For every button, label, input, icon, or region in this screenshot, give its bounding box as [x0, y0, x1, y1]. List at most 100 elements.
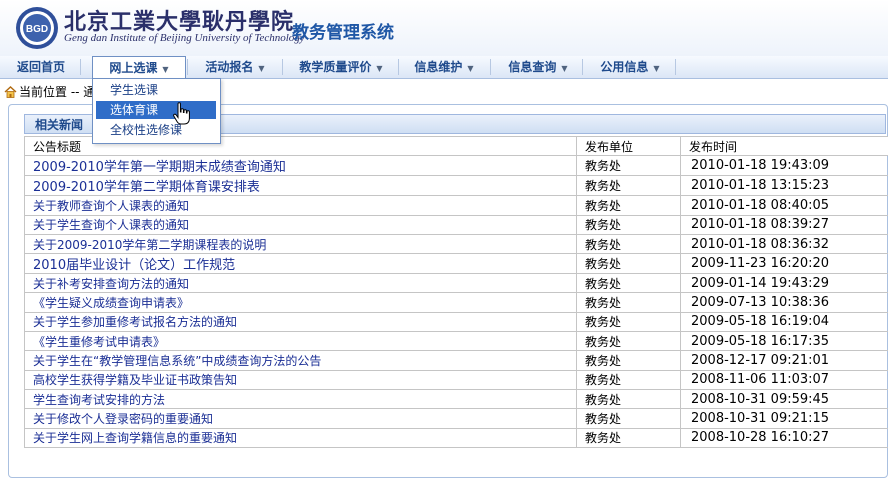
nav-teaching-evaluation-label: 教学质量评价: [299, 60, 372, 74]
table-row: 《学生疑义成绩查询申请表》 教务处 2009-07-13 10:38:36: [24, 292, 888, 313]
nav-public-info[interactable]: 公用信息 ▼: [588, 56, 672, 78]
school-name-en: Geng dan Institute of Beijing University…: [64, 32, 305, 44]
chevron-down-icon: ▼: [467, 64, 474, 73]
news-title-link[interactable]: 关于学生参加重修考试报名方法的通知: [24, 311, 577, 333]
news-panel-title: 相关新闻: [35, 118, 84, 132]
nav-divider: [187, 59, 188, 75]
news-time: 2010-01-18 19:43:09: [680, 155, 888, 177]
dropdown-item-pe-course[interactable]: 选体育课: [96, 101, 216, 119]
table-row: 关于补考安排查询方法的通知 教务处 2009-01-14 19:43:29: [24, 273, 888, 294]
logo-text: BGD: [26, 24, 48, 35]
news-time: 2010-01-18 08:40:05: [680, 195, 888, 216]
news-title-link[interactable]: 关于学生查询个人课表的通知: [24, 214, 577, 235]
news-title-link[interactable]: 关于2009-2010学年第二学期课程表的说明: [24, 233, 577, 255]
nav-online-course[interactable]: 网上选课 ▼: [92, 56, 186, 78]
col-header-time: 发布时间: [680, 135, 888, 157]
school-seal-icon: BGD: [16, 7, 58, 49]
news-time: 2009-07-13 10:38:36: [680, 292, 888, 313]
news-title-link[interactable]: 高校学生获得学籍及毕业证书政策告知: [24, 369, 577, 390]
online-course-dropdown: 学生选课 选体育课 全校性选修课: [92, 78, 221, 144]
nav-home-label: 返回首页: [16, 60, 65, 74]
table-row: 学生查询考试安排的方法 教务处 2008-10-31 09:59:45: [24, 388, 888, 410]
nav-online-course-label: 网上选课: [109, 61, 158, 75]
table-row: 关于修改个人登录密码的重要通知 教务处 2008-10-31 09:21:15: [24, 408, 888, 429]
chevron-down-icon: ▼: [653, 64, 660, 73]
news-title-link[interactable]: 《学生疑义成绩查询申请表》: [24, 292, 577, 313]
main-nav: 返回首页 网上选课 ▼ 活动报名 ▼ 教学质量评价 ▼ 信息维护 ▼ 信息查询 ▼ 公用信…: [0, 56, 888, 79]
news-title-link[interactable]: 关于补考安排查询方法的通知: [24, 273, 577, 294]
news-title-link[interactable]: 《学生重修考试申请表》: [24, 331, 577, 352]
news-unit: 教务处: [576, 311, 681, 333]
news-time: 2009-01-14 19:43:29: [680, 273, 888, 294]
news-time: 2009-05-18 16:17:35: [680, 331, 888, 352]
nav-divider: [490, 59, 491, 75]
nav-divider: [282, 59, 283, 75]
table-row: 2010届毕业设计（论文）工作规范 教务处 2009-11-23 16:20:20: [24, 253, 888, 275]
news-unit: 教务处: [576, 195, 681, 216]
news-unit: 教务处: [576, 292, 681, 313]
table-row: 关于教师查询个人课表的通知 教务处 2010-01-18 08:40:05: [24, 195, 888, 216]
table-row: 关于学生网上查询学籍信息的重要通知 教务处 2008-10-28 16:10:27: [24, 427, 888, 448]
news-title-link[interactable]: 关于修改个人登录密码的重要通知: [24, 408, 577, 429]
news-time: 2010-01-18 13:15:23: [680, 175, 888, 197]
news-unit: 教务处: [576, 155, 681, 177]
nav-teaching-evaluation[interactable]: 教学质量评价 ▼: [286, 56, 396, 78]
news-unit: 教务处: [576, 369, 681, 390]
nav-info-maintain[interactable]: 信息维护 ▼: [402, 56, 486, 78]
chevron-down-icon: ▼: [258, 64, 265, 73]
news-time: 2008-10-31 09:21:15: [680, 408, 888, 429]
nav-activity-signup-label: 活动报名: [205, 60, 254, 74]
news-unit: 教务处: [576, 273, 681, 294]
system-title: 教务管理系统: [292, 23, 394, 43]
news-table: 公告标题 发布单位 发布时间 2009-2010学年第一学期期末成绩查询通知 教务…: [24, 135, 888, 448]
news-time: 2010-01-18 08:36:32: [680, 233, 888, 255]
news-title-link[interactable]: 关于学生网上查询学籍信息的重要通知: [24, 427, 577, 448]
home-icon: [4, 86, 17, 98]
news-unit: 教务处: [576, 175, 681, 197]
table-row: 高校学生获得学籍及毕业证书政策告知 教务处 2008-11-06 11:03:07: [24, 369, 888, 390]
news-title-link[interactable]: 学生查询考试安排的方法: [24, 388, 577, 410]
news-unit: 教务处: [576, 331, 681, 352]
nav-divider: [582, 59, 583, 75]
news-time: 2010-01-18 08:39:27: [680, 214, 888, 235]
news-title-link[interactable]: 2010届毕业设计（论文）工作规范: [24, 253, 577, 275]
news-unit: 教务处: [576, 408, 681, 429]
nav-activity-signup[interactable]: 活动报名 ▼: [190, 56, 280, 78]
dropdown-item-student-course[interactable]: 学生选课: [96, 81, 216, 99]
nav-home[interactable]: 返回首页: [6, 56, 76, 78]
page-header: BGD 北京工業大學耿丹學院 Geng dan Institute of Bei…: [0, 0, 888, 57]
news-unit: 教务处: [576, 388, 681, 410]
table-row: 2009-2010学年第二学期体育课安排表 教务处 2010-01-18 13:15…: [24, 175, 888, 197]
chevron-down-icon: ▼: [162, 65, 169, 74]
nav-divider: [675, 59, 676, 75]
news-unit: 教务处: [576, 350, 681, 371]
dropdown-item-elective-course[interactable]: 全校性选修课: [96, 121, 216, 139]
hand-cursor-icon: [173, 102, 190, 125]
news-title-link[interactable]: 2009-2010学年第二学期体育课安排表: [24, 175, 577, 197]
news-unit: 教务处: [576, 233, 681, 255]
news-title-link[interactable]: 关于教师查询个人课表的通知: [24, 195, 577, 216]
news-unit: 教务处: [576, 214, 681, 235]
news-table-body: 2009-2010学年第一学期期末成绩查询通知 教务处 2010-01-18 19:…: [24, 155, 888, 448]
nav-info-query-label: 信息查询: [508, 60, 557, 74]
col-header-unit: 发布单位: [576, 135, 681, 157]
chevron-down-icon: ▼: [376, 64, 383, 73]
news-time: 2009-11-23 16:20:20: [680, 253, 888, 275]
chevron-down-icon: ▼: [561, 64, 568, 73]
news-time: 2008-11-06 11:03:07: [680, 369, 888, 390]
news-title-link[interactable]: 关于学生在“教学管理信息系统”中成绩查询方法的公告: [24, 350, 577, 371]
table-row: 关于学生参加重修考试报名方法的通知 教务处 2009-05-18 16:19:04: [24, 311, 888, 333]
nav-public-info-label: 公用信息: [600, 60, 649, 74]
news-time: 2008-10-31 09:59:45: [680, 388, 888, 410]
table-row: 《学生重修考试申请表》 教务处 2009-05-18 16:17:35: [24, 331, 888, 352]
table-row: 关于学生在“教学管理信息系统”中成绩查询方法的公告 教务处 2008-12-17 0…: [24, 350, 888, 371]
news-time: 2008-10-28 16:10:27: [680, 427, 888, 448]
news-title-link[interactable]: 2009-2010学年第一学期期末成绩查询通知: [24, 155, 577, 177]
news-unit: 教务处: [576, 253, 681, 275]
news-unit: 教务处: [576, 427, 681, 448]
news-time: 2009-05-18 16:19:04: [680, 311, 888, 333]
nav-divider: [398, 59, 399, 75]
nav-info-query[interactable]: 信息查询 ▼: [496, 56, 580, 78]
nav-info-maintain-label: 信息维护: [414, 60, 463, 74]
news-time: 2008-12-17 09:21:01: [680, 350, 888, 371]
